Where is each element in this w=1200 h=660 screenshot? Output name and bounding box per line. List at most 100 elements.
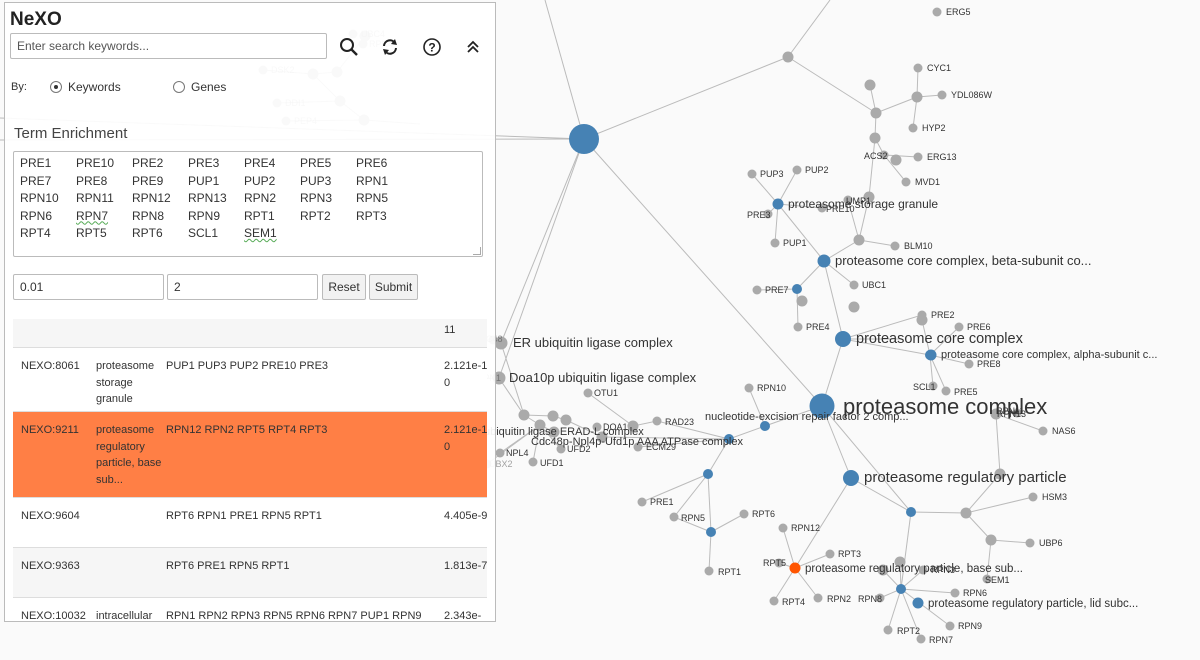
- term-node[interactable]: [906, 507, 916, 517]
- gene-node[interactable]: [747, 169, 757, 179]
- graph-node[interactable]: [890, 154, 902, 166]
- gene-node[interactable]: [704, 566, 714, 576]
- pvalue-input[interactable]: [13, 274, 164, 300]
- term-node[interactable]: [706, 527, 716, 537]
- term-label: proteasome regulatory particle, base sub…: [805, 563, 1023, 575]
- submit-button[interactable]: Submit: [369, 274, 418, 300]
- graph-node[interactable]: [869, 132, 881, 144]
- gene-label: RPT3: [838, 549, 861, 559]
- genes-cell: RPT6 PRE1 RPN5 RPT1: [166, 560, 290, 572]
- gene-node[interactable]: [769, 596, 779, 606]
- graph-node[interactable]: [782, 51, 794, 63]
- term-node[interactable]: [789, 562, 801, 574]
- term-label: Cdc48p-Npl4p-Ufd1p AAA ATPase complex: [531, 436, 743, 448]
- gene-token: RPT4: [20, 226, 51, 240]
- radio-keywords-dot[interactable]: [50, 81, 62, 93]
- gene-node[interactable]: [813, 593, 823, 603]
- root-term-node[interactable]: [569, 124, 599, 154]
- refresh-icon[interactable]: [380, 37, 402, 59]
- term-node[interactable]: [703, 469, 713, 479]
- gene-node[interactable]: [637, 497, 647, 507]
- gene-node[interactable]: [917, 310, 927, 320]
- gene-node[interactable]: [669, 512, 679, 522]
- term-node[interactable]: [896, 584, 906, 594]
- gene-node[interactable]: [583, 388, 593, 398]
- graph-node[interactable]: [796, 295, 808, 307]
- graph-edge: [787, 0, 831, 58]
- gene-node[interactable]: [945, 621, 955, 631]
- graph-node[interactable]: [853, 234, 865, 246]
- collapse-icon[interactable]: [463, 37, 485, 59]
- search-icon[interactable]: [339, 37, 361, 59]
- gene-node[interactable]: [890, 241, 900, 251]
- table-row[interactable]: NEXO:9604 RPT6 RPN1 PRE1 RPN5 RPT1 4.405e-…: [13, 497, 487, 547]
- graph-edge: [995, 413, 1001, 475]
- radio-genes[interactable]: Genes: [173, 80, 226, 94]
- graph-node[interactable]: [518, 409, 530, 421]
- gene-token: RPN11: [76, 191, 114, 205]
- search-input[interactable]: [10, 33, 327, 59]
- term-name-cell: proteasome regulatory particle, base sub…: [96, 424, 162, 486]
- term-label: proteasome storage granule: [788, 197, 938, 211]
- gene-node[interactable]: [825, 549, 835, 559]
- gene-label: UFD1: [540, 458, 564, 468]
- term-label: proteasome regulatory particle: [864, 469, 1067, 486]
- min-genes-input[interactable]: [167, 274, 318, 300]
- gene-node[interactable]: [739, 509, 749, 519]
- gene-node[interactable]: [849, 280, 859, 290]
- table-row-selected[interactable]: NEXO:9211 proteasome regulatory particle,…: [13, 411, 487, 497]
- gene-node[interactable]: [1025, 538, 1035, 548]
- table-row[interactable]: NEXO:9363 RPT6 PRE1 RPN5 RPT1 1.813e-7: [13, 547, 487, 597]
- gene-token: SCL1: [188, 226, 219, 240]
- graph-node[interactable]: [870, 107, 882, 119]
- gene-node[interactable]: [901, 177, 911, 187]
- reset-button[interactable]: Reset: [322, 274, 366, 300]
- radio-keywords[interactable]: Keywords: [50, 80, 121, 94]
- gene-label: PUP2: [805, 165, 829, 175]
- graph-node[interactable]: [848, 301, 860, 313]
- table-row[interactable]: NEXO:10032 intracellular RPN1 RPN2 RPN3 RP…: [13, 597, 487, 621]
- gene-node[interactable]: [937, 90, 947, 100]
- resize-handle[interactable]: [473, 247, 481, 255]
- graph-node[interactable]: [985, 534, 997, 546]
- gene-node[interactable]: [495, 448, 505, 458]
- graph-node[interactable]: [960, 507, 972, 519]
- term-node[interactable]: [843, 470, 859, 486]
- gene-node[interactable]: [793, 322, 803, 332]
- gene-node[interactable]: [778, 523, 788, 533]
- graph-node[interactable]: [864, 79, 876, 91]
- table-row[interactable]: NEXO:8061 proteasome storage granule PUP1 …: [13, 347, 487, 411]
- gene-node[interactable]: [913, 152, 923, 162]
- gene-node[interactable]: [932, 7, 942, 17]
- term-node[interactable]: [792, 284, 802, 294]
- gene-node[interactable]: [528, 457, 538, 467]
- graph-node[interactable]: [560, 414, 572, 426]
- graph-node[interactable]: [911, 91, 923, 103]
- term-node[interactable]: [925, 349, 937, 361]
- gene-label: PRE7: [765, 285, 789, 295]
- graph-edge: [900, 588, 956, 594]
- table-row[interactable]: 11: [13, 319, 487, 347]
- gene-token: RPN8: [132, 208, 165, 223]
- gene-node[interactable]: [652, 416, 662, 426]
- gene-node[interactable]: [913, 63, 923, 73]
- gene-node[interactable]: [883, 625, 893, 635]
- term-node[interactable]: [772, 198, 784, 210]
- gene-node[interactable]: [908, 123, 918, 133]
- radio-genes-dot[interactable]: [173, 81, 185, 93]
- graph-node[interactable]: [547, 410, 559, 422]
- gene-token: RPT1: [244, 208, 275, 223]
- gene-node[interactable]: [744, 383, 754, 393]
- gene-node[interactable]: [752, 285, 762, 295]
- gene-node[interactable]: [1028, 492, 1038, 502]
- gene-token: RPN2: [244, 191, 277, 205]
- gene-node[interactable]: [792, 165, 802, 175]
- gene-list-textarea[interactable]: PRE1 PRE10 PRE2 PRE3 PRE4 PRE5 PRE6 PRE7 PRE8 PRE…: [13, 151, 483, 257]
- term-node[interactable]: [817, 254, 831, 268]
- term-node[interactable]: [835, 331, 851, 347]
- gene-node[interactable]: [770, 238, 780, 248]
- gene-node[interactable]: [1038, 426, 1048, 436]
- help-icon[interactable]: ?: [422, 37, 444, 59]
- term-node[interactable]: [912, 597, 924, 609]
- gene-node[interactable]: [950, 588, 960, 598]
